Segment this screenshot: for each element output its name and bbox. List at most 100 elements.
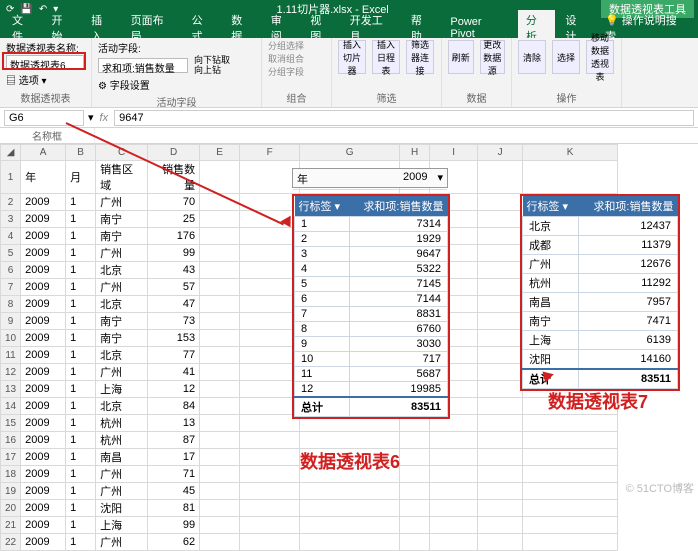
cell-C1[interactable]: 销售区域 xyxy=(96,161,148,194)
cell-J22[interactable] xyxy=(478,534,523,551)
pvt7-r7-1[interactable]: 14160 xyxy=(578,350,677,370)
cell-G20[interactable] xyxy=(300,500,400,517)
cell-G16[interactable] xyxy=(300,432,400,449)
cell-F16[interactable] xyxy=(240,432,300,449)
cell-D1[interactable]: 销售数量 xyxy=(148,161,200,194)
pvt6-r11-1[interactable]: 19985 xyxy=(350,382,448,398)
cell-K22[interactable] xyxy=(523,534,618,551)
cell-H18[interactable] xyxy=(400,466,430,483)
row-21[interactable]: 21 xyxy=(1,517,21,534)
pvt6-h1[interactable]: 求和项:销售数量 xyxy=(350,196,448,217)
pvt6-r7-0[interactable]: 8 xyxy=(295,322,350,337)
cell-D18[interactable]: 71 xyxy=(148,466,200,483)
cell-D9[interactable]: 73 xyxy=(148,313,200,330)
cell-D2[interactable]: 70 xyxy=(148,194,200,211)
cell-F6[interactable] xyxy=(240,262,300,279)
insert-timeline-button[interactable]: 插入 日程表 xyxy=(372,40,400,74)
cell-F4[interactable] xyxy=(240,228,300,245)
col-J[interactable]: J xyxy=(478,145,523,161)
cell-J11[interactable] xyxy=(478,347,523,364)
pvt6-r4-0[interactable]: 5 xyxy=(295,277,350,292)
cell-A1[interactable]: 年 xyxy=(21,161,66,194)
cell-J15[interactable] xyxy=(478,415,523,432)
cell-F18[interactable] xyxy=(240,466,300,483)
pvt6-r10-0[interactable]: 11 xyxy=(295,367,350,382)
cell-E6[interactable] xyxy=(200,262,240,279)
cell-F17[interactable] xyxy=(240,449,300,466)
cell-A14[interactable]: 2009 xyxy=(21,398,66,415)
cell-A7[interactable]: 2009 xyxy=(21,279,66,296)
cell-B17[interactable]: 1 xyxy=(66,449,96,466)
row-13[interactable]: 13 xyxy=(1,381,21,398)
cell-A18[interactable]: 2009 xyxy=(21,466,66,483)
cell-K20[interactable] xyxy=(523,500,618,517)
options-button[interactable]: ▤ 选项 ▾ xyxy=(6,72,85,87)
select-button[interactable]: 选择 xyxy=(552,40,580,74)
change-datasource-button[interactable]: 更改 数据源 xyxy=(480,40,506,74)
cell-J12[interactable] xyxy=(478,364,523,381)
cell-F21[interactable] xyxy=(240,517,300,534)
cell-A4[interactable]: 2009 xyxy=(21,228,66,245)
pvt6-total-1[interactable]: 83511 xyxy=(350,397,448,417)
col-K[interactable]: K xyxy=(523,145,618,161)
cell-I18[interactable] xyxy=(430,466,478,483)
cell-J19[interactable] xyxy=(478,483,523,500)
row-17[interactable]: 17 xyxy=(1,449,21,466)
col-D[interactable]: D xyxy=(148,145,200,161)
cell-C17[interactable]: 南昌 xyxy=(96,449,148,466)
pvt7-r2-0[interactable]: 广州 xyxy=(523,255,579,274)
cell-B4[interactable]: 1 xyxy=(66,228,96,245)
cell-D11[interactable]: 77 xyxy=(148,347,200,364)
cell-H17[interactable] xyxy=(400,449,430,466)
cell-F1[interactable] xyxy=(240,161,300,194)
cell-F12[interactable] xyxy=(240,364,300,381)
pvt7-r7-0[interactable]: 沈阳 xyxy=(523,350,579,370)
cell-E5[interactable] xyxy=(200,245,240,262)
cell-C18[interactable]: 广州 xyxy=(96,466,148,483)
cell-B13[interactable]: 1 xyxy=(66,381,96,398)
cell-C3[interactable]: 南宁 xyxy=(96,211,148,228)
field-settings-button[interactable]: ⚙ 字段设置 xyxy=(98,77,255,92)
cell-G21[interactable] xyxy=(300,517,400,534)
cell-H19[interactable] xyxy=(400,483,430,500)
pvt6-r8-0[interactable]: 9 xyxy=(295,337,350,352)
cell-C5[interactable]: 广州 xyxy=(96,245,148,262)
col-H[interactable]: H xyxy=(400,145,430,161)
pvt6-r1-0[interactable]: 2 xyxy=(295,232,350,247)
cell-A19[interactable]: 2009 xyxy=(21,483,66,500)
cell-D22[interactable]: 62 xyxy=(148,534,200,551)
cell-I19[interactable] xyxy=(430,483,478,500)
cell-B18[interactable]: 1 xyxy=(66,466,96,483)
refresh-button[interactable]: 刷新 xyxy=(448,40,474,74)
cell-D3[interactable]: 25 xyxy=(148,211,200,228)
cell-F19[interactable] xyxy=(240,483,300,500)
pvt7-total-1[interactable]: 83511 xyxy=(578,369,677,389)
cell-C10[interactable]: 南宁 xyxy=(96,330,148,347)
pvt6-r3-1[interactable]: 5322 xyxy=(350,262,448,277)
cell-J6[interactable] xyxy=(478,262,523,279)
cell-D12[interactable]: 41 xyxy=(148,364,200,381)
cell-F13[interactable] xyxy=(240,381,300,398)
pvt7-r5-0[interactable]: 南宁 xyxy=(523,312,579,331)
cell-C15[interactable]: 杭州 xyxy=(96,415,148,432)
cell-A5[interactable]: 2009 xyxy=(21,245,66,262)
cell-J8[interactable] xyxy=(478,296,523,313)
cell-B1[interactable]: 月 xyxy=(66,161,96,194)
pvt6-r6-0[interactable]: 7 xyxy=(295,307,350,322)
cell-E14[interactable] xyxy=(200,398,240,415)
cell-D20[interactable]: 81 xyxy=(148,500,200,517)
drill-buttons[interactable]: 向下钻取向上钻 xyxy=(194,55,230,75)
cell-E21[interactable] xyxy=(200,517,240,534)
cell-B16[interactable]: 1 xyxy=(66,432,96,449)
cell-B11[interactable]: 1 xyxy=(66,347,96,364)
cell-K1[interactable] xyxy=(523,161,618,194)
pvt6-r0-0[interactable]: 1 xyxy=(295,217,350,232)
pvt7-r1-0[interactable]: 成都 xyxy=(523,236,579,255)
cell-K16[interactable] xyxy=(523,432,618,449)
cell-J4[interactable] xyxy=(478,228,523,245)
cell-D7[interactable]: 57 xyxy=(148,279,200,296)
cell-A10[interactable]: 2009 xyxy=(21,330,66,347)
cell-D19[interactable]: 45 xyxy=(148,483,200,500)
cell-E10[interactable] xyxy=(200,330,240,347)
cell-B20[interactable]: 1 xyxy=(66,500,96,517)
